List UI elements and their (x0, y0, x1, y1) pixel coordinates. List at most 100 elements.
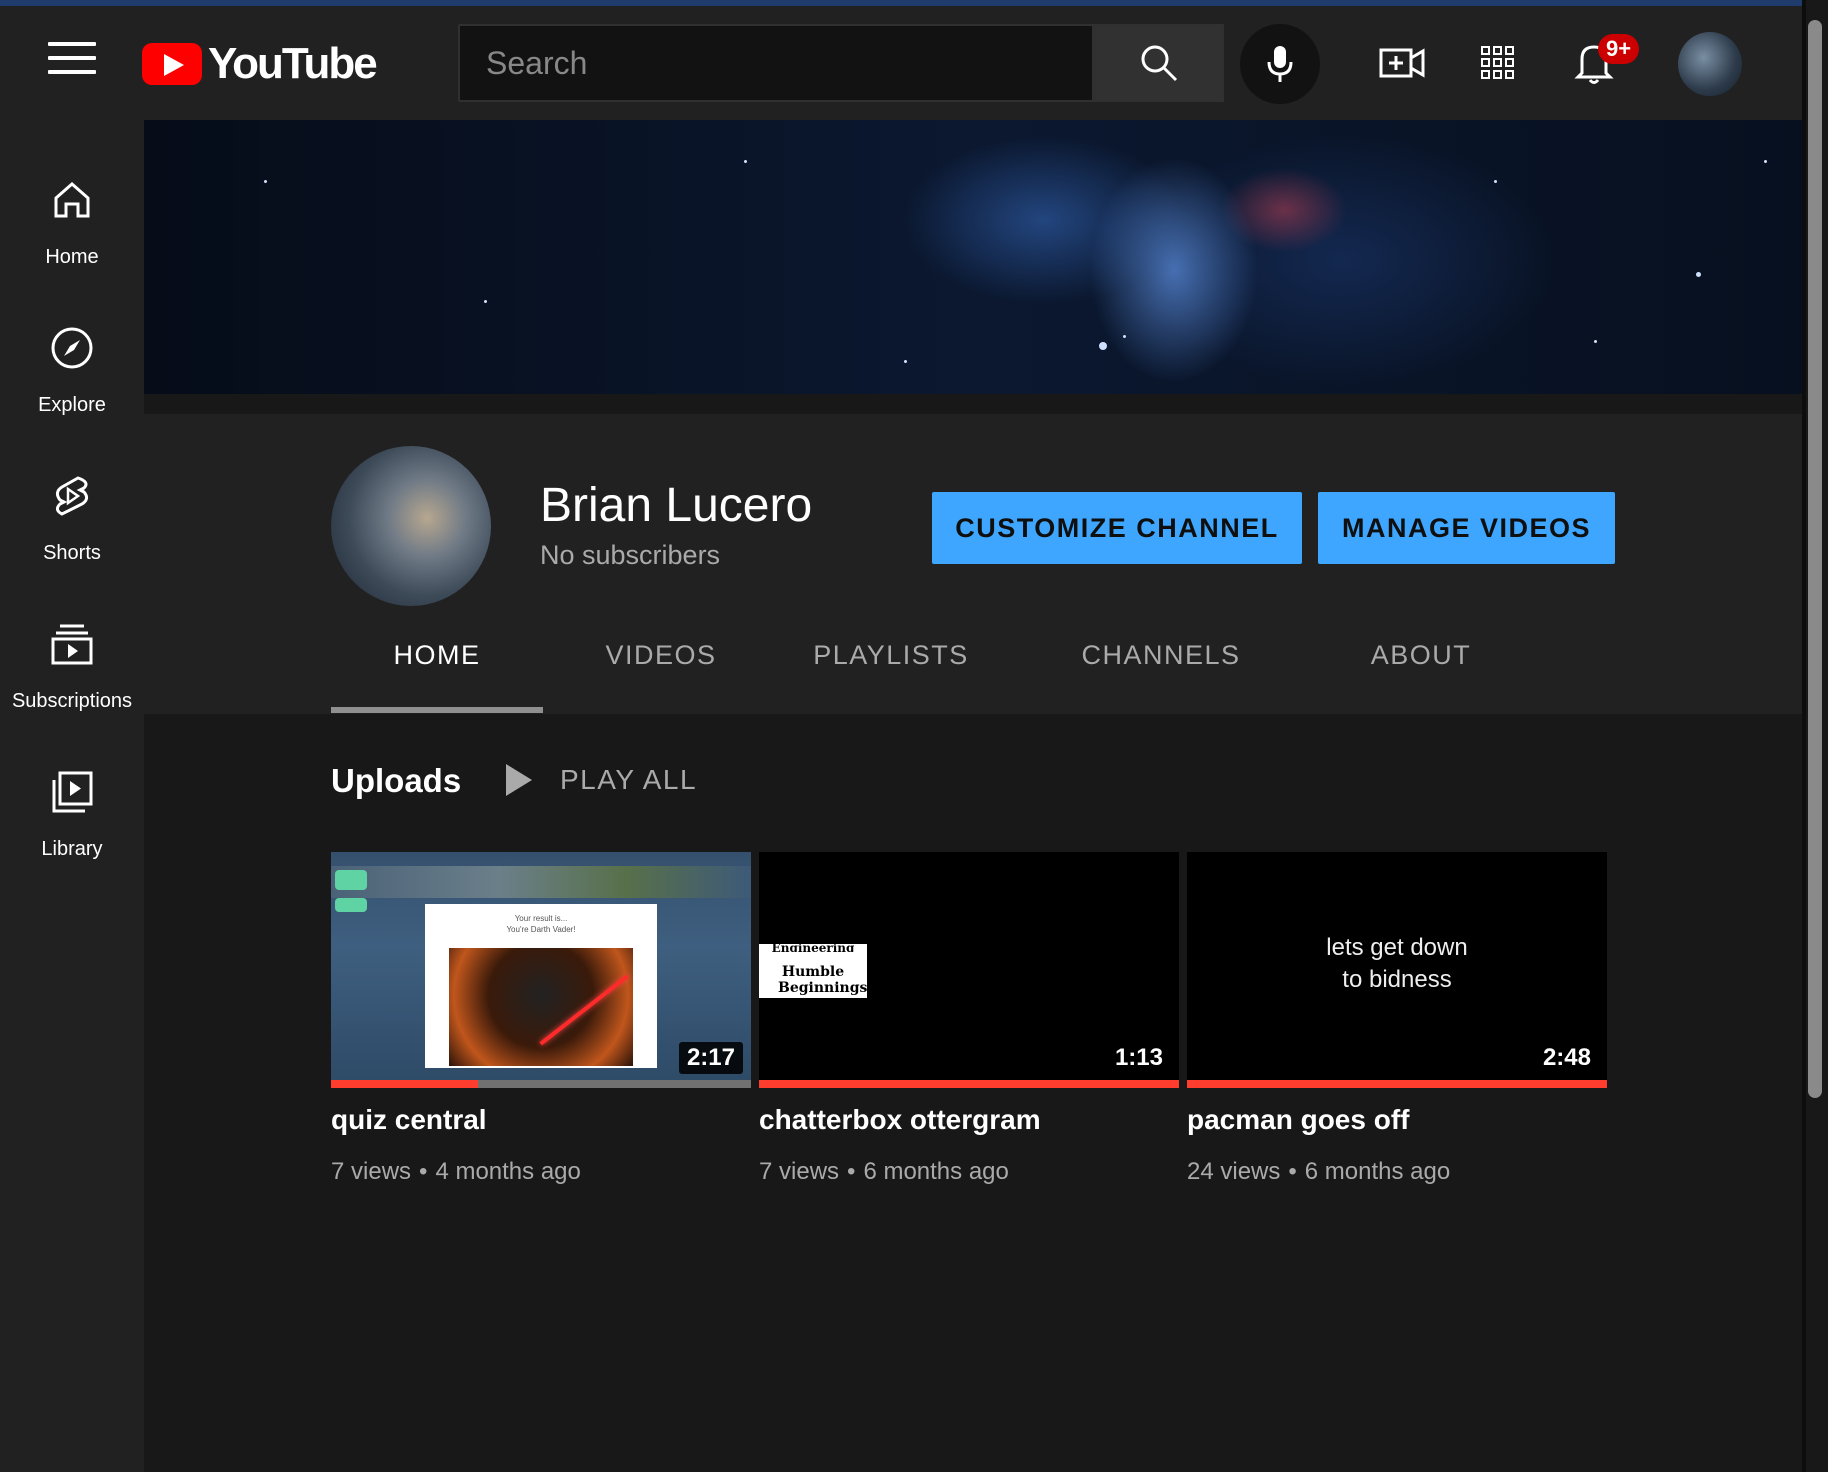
active-tab-indicator (331, 707, 543, 713)
thumbnail-photo-strip (331, 866, 751, 898)
tab-playlists[interactable]: PLAYLISTS (791, 640, 991, 714)
top-bar: YouTube Search 9+ (0, 0, 1828, 120)
video-duration: 1:13 (1106, 1042, 1171, 1074)
tab-channels[interactable]: CHANNELS (1061, 640, 1261, 714)
banner-star (484, 300, 487, 303)
logo-text: YouTube (208, 39, 378, 88)
play-all-button[interactable]: PLAY ALL (506, 764, 697, 796)
video-card[interactable]: lets get down to bidness 2:48 pacman goe… (1187, 852, 1607, 1186)
video-thumbnail[interactable]: Your result is... You're Darth Vader! 2:… (331, 852, 751, 1088)
sidebar-item-label: Shorts (43, 542, 101, 564)
video-camera-plus-icon (1379, 48, 1425, 78)
subscriptions-icon (51, 624, 93, 665)
thumbnail-caption: lets get down (1326, 934, 1468, 961)
video-thumbnail[interactable]: Engineering Humble Beginnings 1:13 (759, 852, 1179, 1088)
banner-star (904, 360, 907, 363)
subscriber-count: No subscribers (540, 540, 721, 570)
banner-star (1764, 160, 1767, 163)
video-meta: 24 views • 6 months ago (1187, 1158, 1451, 1185)
watch-progress-bar (331, 1080, 751, 1088)
video-card[interactable]: Your result is... You're Darth Vader! 2:… (331, 852, 751, 1186)
scrollbar-thumb[interactable] (1808, 20, 1822, 1098)
watch-progress-fill (759, 1080, 1179, 1088)
youtube-logo[interactable]: YouTube (142, 36, 378, 92)
watch-progress-bar (759, 1080, 1179, 1088)
sidebar: Home Explore Shorts Subscriptions Librar… (0, 120, 144, 1472)
sidebar-item-library[interactable]: Library (0, 752, 144, 882)
sidebar-item-label: Explore (38, 394, 106, 416)
thumbnail-green-button (335, 870, 367, 890)
shorts-icon (55, 476, 89, 516)
sidebar-item-label: Library (41, 838, 103, 860)
search-box[interactable] (458, 24, 1094, 102)
hamburger-menu-icon[interactable] (48, 42, 96, 82)
banner-star (1099, 342, 1107, 350)
play-icon (506, 764, 532, 796)
banner-star (264, 180, 267, 183)
create-video-button[interactable] (1372, 30, 1432, 96)
thumbnail-title-card: Engineering Humble Beginnings (759, 944, 867, 998)
youtube-play-icon (142, 43, 202, 85)
thumbnail-darth-vader-image (449, 948, 633, 1066)
thumbnail-caption: You're Darth Vader! (506, 925, 576, 934)
sidebar-item-label: Subscriptions (11, 690, 133, 712)
play-all-label: PLAY ALL (560, 764, 698, 795)
home-icon (54, 182, 90, 218)
banner-star (1494, 180, 1497, 183)
video-views: 24 views (1187, 1158, 1281, 1185)
video-duration: 2:48 (1534, 1042, 1599, 1074)
video-title[interactable]: pacman goes off (1187, 1104, 1607, 1136)
video-age: 4 months ago (435, 1158, 581, 1185)
notification-badge: 9+ (1598, 34, 1640, 64)
search-icon (1141, 45, 1178, 82)
banner-star (1696, 272, 1701, 277)
customize-channel-button[interactable]: CUSTOMIZE CHANNEL (932, 492, 1302, 564)
video-card[interactable]: Engineering Humble Beginnings 1:13 chatt… (759, 852, 1179, 1186)
uploads-title[interactable]: Uploads (331, 762, 461, 800)
video-age: 6 months ago (863, 1158, 1009, 1185)
tab-about[interactable]: ABOUT (1331, 640, 1511, 714)
video-title[interactable]: chatterbox ottergram (759, 1104, 1179, 1136)
account-avatar[interactable] (1678, 32, 1742, 96)
video-duration: 2:17 (678, 1042, 743, 1074)
video-meta: 7 views • 4 months ago (331, 1158, 581, 1185)
apps-grid-icon (1481, 46, 1514, 79)
search-button[interactable] (1094, 24, 1224, 102)
watch-progress-bar (1187, 1080, 1607, 1088)
sidebar-item-shorts[interactable]: Shorts (0, 456, 144, 586)
video-views: 7 views (759, 1158, 840, 1185)
library-icon (52, 771, 93, 813)
video-age: 6 months ago (1304, 1158, 1451, 1185)
tab-videos[interactable]: VIDEOS (571, 640, 751, 714)
video-meta: 7 views • 6 months ago (759, 1158, 1009, 1185)
lightsaber (539, 974, 629, 1046)
sidebar-item-label: Home (45, 246, 99, 268)
voice-search-button[interactable] (1240, 24, 1320, 104)
banner-star (1123, 335, 1126, 338)
compass-icon (51, 327, 93, 369)
thumbnail-caption: Engineering (771, 944, 855, 952)
thumbnail-green-button (335, 898, 367, 912)
watch-progress-fill (331, 1080, 478, 1088)
manage-videos-button[interactable]: MANAGE VIDEOS (1318, 492, 1615, 564)
tab-home[interactable]: HOME (331, 640, 543, 714)
thumbnail-caption: to bidness (1342, 966, 1452, 993)
video-thumbnail[interactable]: lets get down to bidness 2:48 (1187, 852, 1607, 1088)
sidebar-item-explore[interactable]: Explore (0, 308, 144, 438)
window-top-edge (0, 0, 1828, 6)
channel-name: Brian Lucero (540, 479, 813, 532)
sidebar-item-home[interactable]: Home (0, 160, 144, 290)
video-views: 7 views (331, 1158, 412, 1185)
channel-avatar (331, 446, 491, 606)
thumbnail-result-card: Your result is... You're Darth Vader! (425, 904, 657, 1068)
search-input[interactable] (460, 26, 1092, 100)
apps-button[interactable] (1468, 30, 1528, 96)
banner-star (1594, 340, 1597, 343)
video-title[interactable]: quiz central (331, 1104, 751, 1136)
thumbnail-caption: Your result is... (514, 914, 568, 923)
watch-progress-fill (1187, 1080, 1607, 1088)
channel-banner (144, 120, 1802, 394)
sidebar-item-subscriptions[interactable]: Subscriptions (0, 604, 144, 734)
banner-star (744, 160, 747, 163)
thumbnail-caption: Humble Beginnings (778, 964, 868, 996)
